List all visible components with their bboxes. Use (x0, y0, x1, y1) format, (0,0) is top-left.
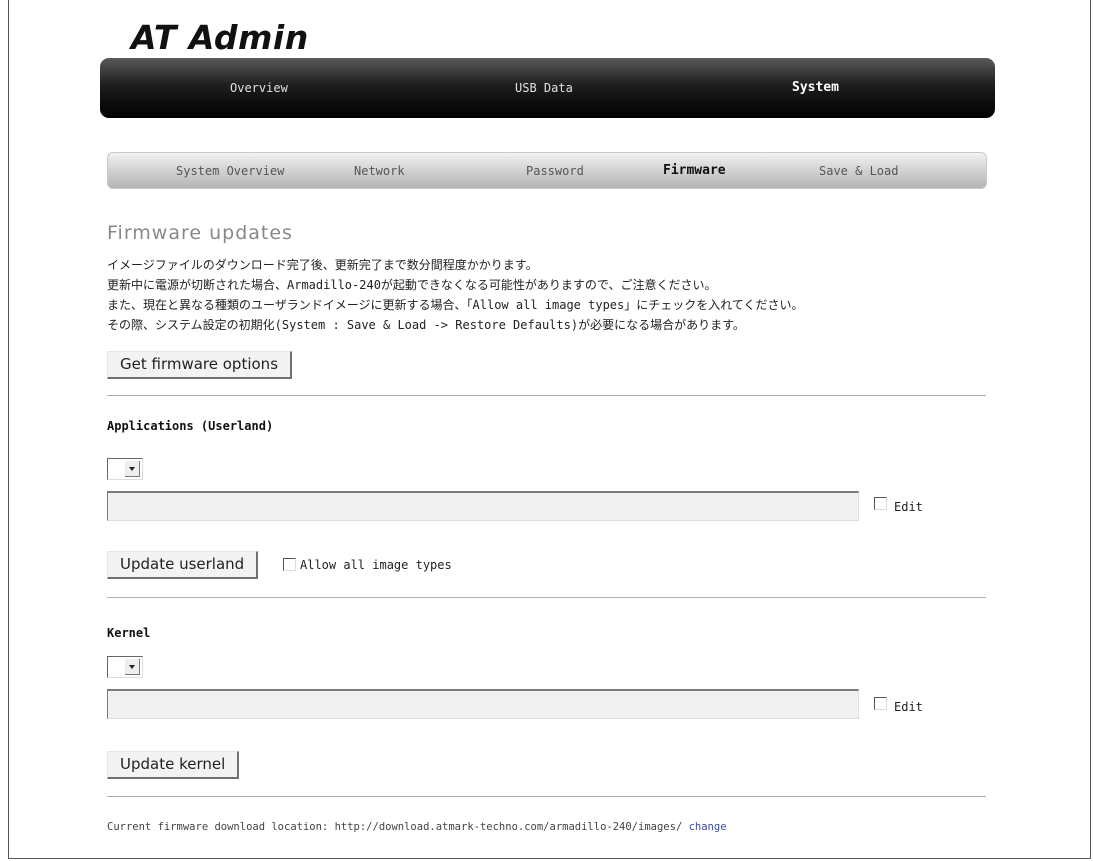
userland-edit-checkbox[interactable] (874, 497, 887, 510)
description-line: その際、システム設定の初期化(System : Save & Load -> R… (107, 318, 745, 332)
main-nav: Overview USB Data System (100, 58, 995, 118)
divider (107, 395, 986, 396)
description-line: また、現在と異なる種類のユーザランドイメージに更新する場合、「Allow all… (107, 298, 804, 312)
divider (107, 796, 986, 797)
sub-nav-password[interactable]: Password (526, 153, 584, 189)
chevron-down-icon (125, 659, 140, 675)
divider (107, 597, 986, 598)
sub-nav: System Overview Network Password Firmwar… (107, 152, 987, 189)
main-nav-system[interactable]: System (792, 58, 839, 118)
description-line: イメージファイルのダウンロード完了後、更新完了まで数分間程度かかります。 (107, 258, 538, 272)
page-title: Firmware updates (107, 222, 293, 244)
update-userland-button[interactable]: Update userland (107, 551, 259, 579)
sub-nav-save-load[interactable]: Save & Load (819, 153, 898, 189)
update-kernel-button[interactable]: Update kernel (107, 751, 240, 779)
main-nav-usb-data[interactable]: USB Data (515, 58, 573, 118)
download-location: Current firmware download location: http… (107, 821, 727, 833)
get-firmware-options-button[interactable]: Get firmware options (107, 351, 293, 379)
main-nav-overview[interactable]: Overview (230, 58, 288, 118)
kernel-edit-label: Edit (894, 700, 923, 714)
sub-nav-network[interactable]: Network (354, 153, 405, 189)
download-location-text: Current firmware download location: http… (107, 821, 683, 833)
app-logo: AT Admin (131, 18, 309, 57)
kernel-url-field[interactable] (107, 689, 859, 719)
userland-image-select[interactable] (107, 458, 143, 480)
allow-all-image-types-label: Allow all image types (300, 558, 452, 572)
chevron-down-icon (125, 461, 140, 477)
sub-nav-firmware[interactable]: Firmware (663, 153, 726, 189)
userland-edit-label: Edit (894, 500, 923, 514)
kernel-section-title: Kernel (107, 626, 151, 640)
allow-all-image-types-checkbox[interactable] (283, 558, 296, 571)
description-line: 更新中に電源が切断された場合、Armadillo-240が起動できなくなる可能性… (107, 278, 717, 292)
change-location-link[interactable]: change (689, 821, 727, 833)
firmware-description: イメージファイルのダウンロード完了後、更新完了まで数分間程度かかります。 更新中… (107, 255, 1007, 335)
userland-url-field[interactable] (107, 491, 859, 521)
userland-section-title: Applications (Userland) (107, 419, 274, 433)
kernel-edit-checkbox[interactable] (874, 697, 887, 710)
sub-nav-system-overview[interactable]: System Overview (176, 153, 284, 189)
kernel-image-select[interactable] (107, 656, 143, 678)
